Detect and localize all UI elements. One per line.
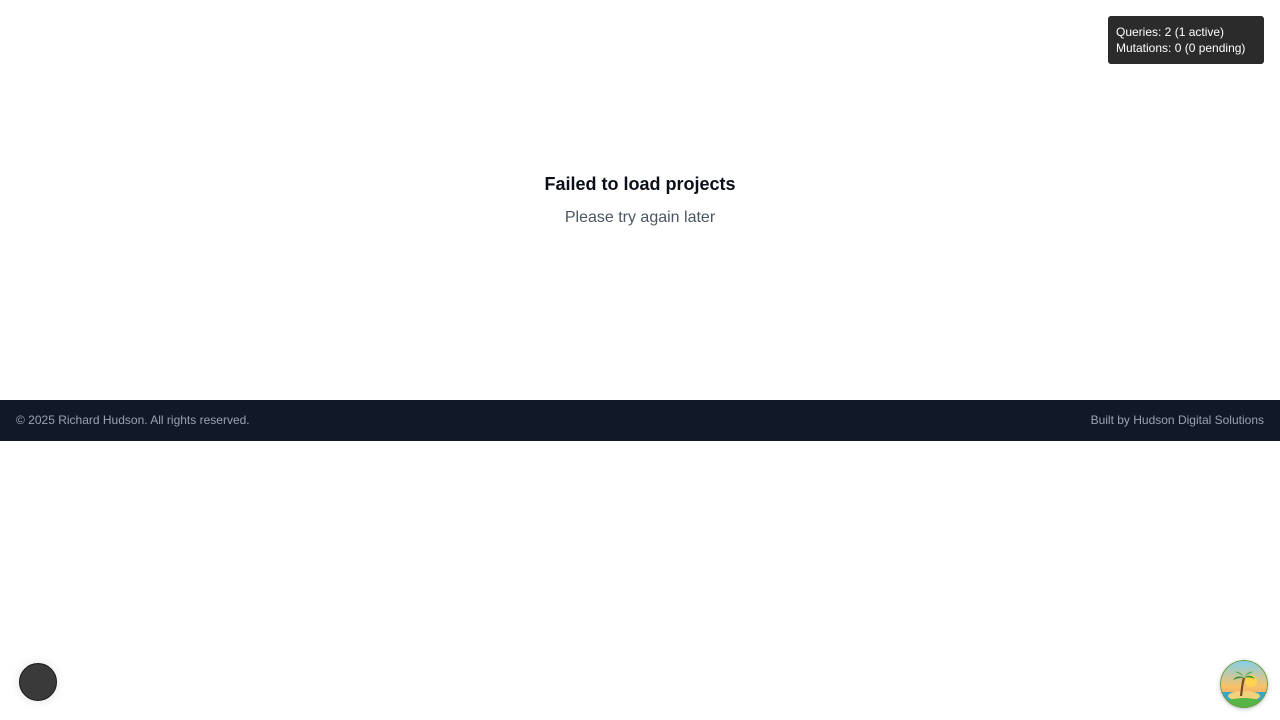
mutations-status: Mutations: 0 (0 pending) <box>1116 41 1246 55</box>
error-title: Failed to load projects <box>544 174 736 194</box>
palm-island-logo-icon[interactable] <box>1220 660 1268 708</box>
main-content: Failed to load projects Please try again… <box>0 0 1280 400</box>
devtools-toggle-icon[interactable] <box>19 663 57 701</box>
error-state: Failed to load projects Please try again… <box>0 172 1280 229</box>
footer-credit: Built by Hudson Digital Solutions <box>1090 413 1264 427</box>
footer-copyright: © 2025 Richard Hudson. All rights reserv… <box>16 413 250 427</box>
error-subtitle: Please try again later <box>564 209 716 226</box>
page: Failed to load projects Please try again… <box>0 0 1280 720</box>
queries-status: Queries: 2 (1 active) <box>1116 25 1225 39</box>
footer: © 2025 Richard Hudson. All rights reserv… <box>0 400 1280 441</box>
query-devtools-panel: Queries: 2 (1 active) Mutations: 0 (0 pe… <box>1108 16 1264 64</box>
